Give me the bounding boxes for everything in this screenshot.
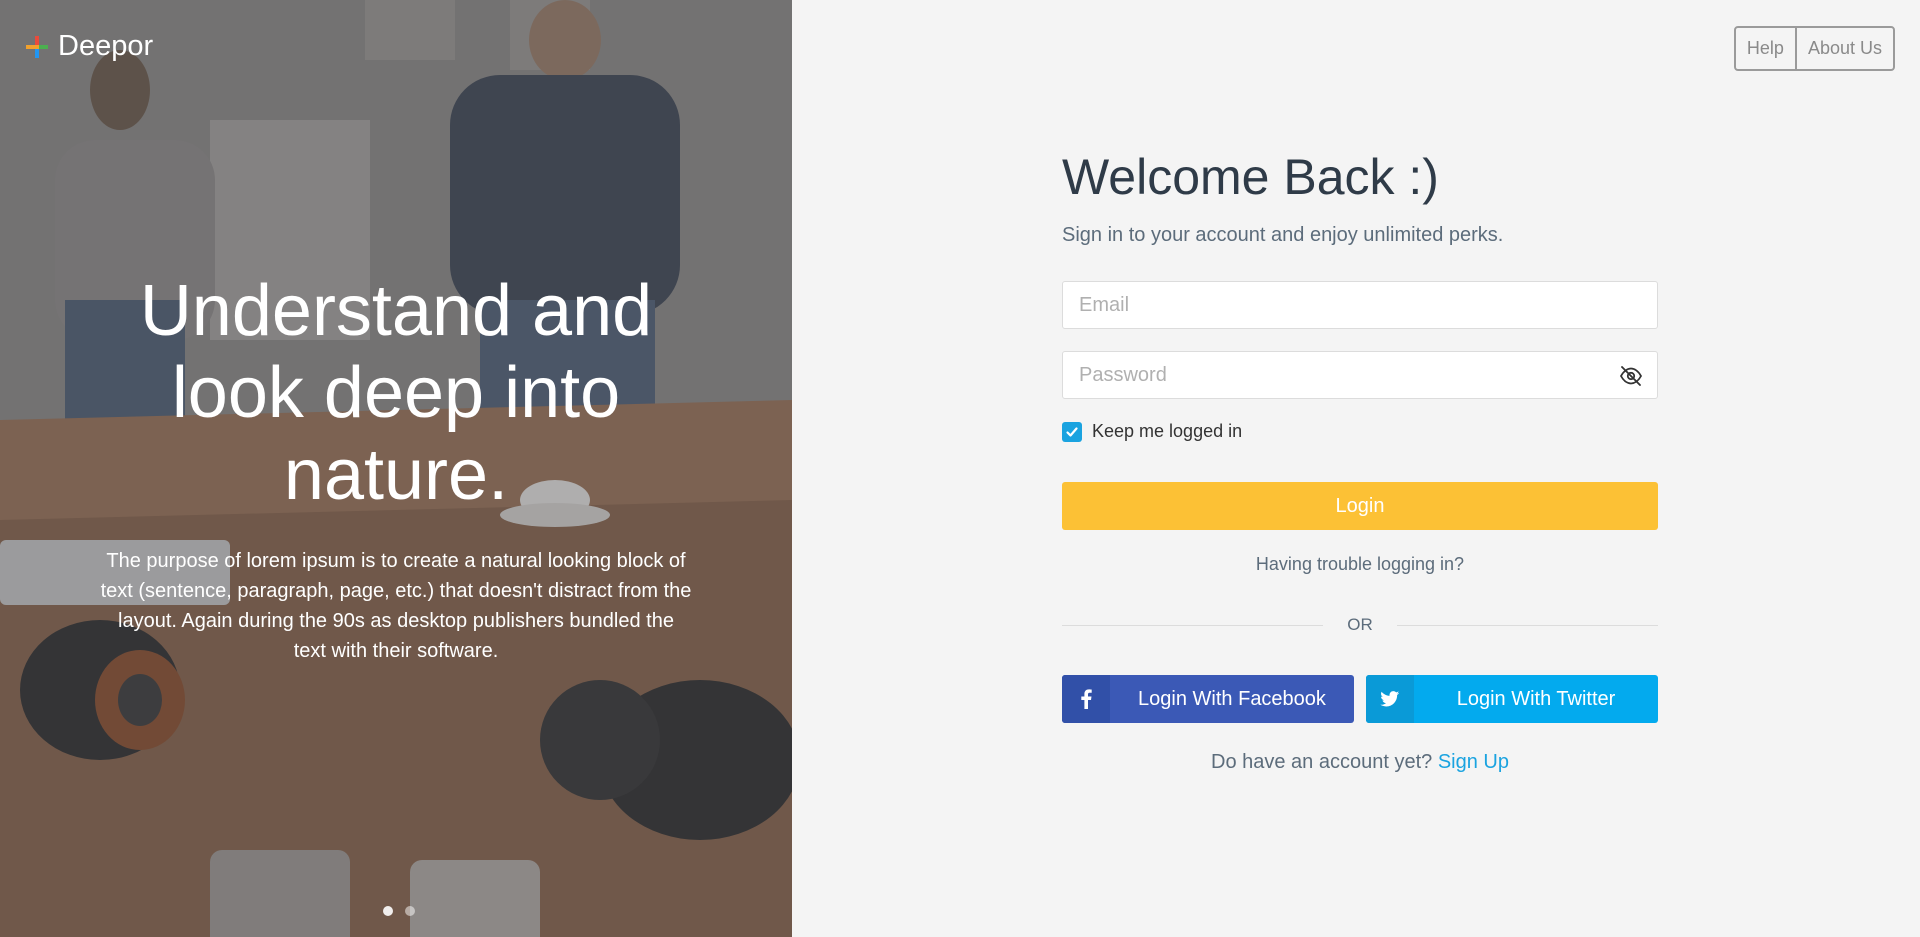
social-login: Login With Facebook Login With Twitter <box>1062 675 1658 723</box>
login-facebook-button[interactable]: Login With Facebook <box>1062 675 1354 723</box>
email-field-wrapper <box>1062 281 1658 329</box>
help-link[interactable]: Help <box>1736 28 1795 69</box>
password-field[interactable] <box>1063 352 1657 398</box>
login-subtitle: Sign in to your account and enjoy unlimi… <box>1062 224 1504 246</box>
remember-me-checkbox[interactable] <box>1062 421 1082 442</box>
carousel-dot-1[interactable] <box>383 906 393 916</box>
signup-prompt-text: Do have an account yet? <box>1211 751 1433 773</box>
brand-name: Deepor <box>58 30 154 62</box>
brand[interactable]: Deepor <box>24 30 153 63</box>
toggle-password-visibility-icon[interactable] <box>1619 364 1643 388</box>
checkmark-icon <box>1066 426 1078 437</box>
signup-prompt: Do have an account yet? Sign Up <box>1062 751 1658 774</box>
remember-me: Keep me logged in <box>1062 421 1658 442</box>
password-field-wrapper <box>1062 351 1658 399</box>
sign-up-link[interactable]: Sign Up <box>1438 751 1509 773</box>
facebook-icon <box>1062 675 1110 723</box>
divider-line-left <box>1062 624 1324 626</box>
or-divider: OR <box>1062 615 1658 635</box>
page-title: Welcome Back :) <box>1062 149 1439 205</box>
hero-title: Understand and look deep into nature. <box>139 271 653 515</box>
login-twitter-button[interactable]: Login With Twitter <box>1366 675 1658 723</box>
twitter-button-label: Login With Twitter <box>1456 687 1616 710</box>
login-panel: Welcome Back :) Sign in to your account … <box>1062 140 1658 774</box>
carousel-dot-2[interactable] <box>405 906 415 916</box>
carousel-indicators <box>383 906 415 916</box>
remember-me-label[interactable]: Keep me logged in <box>1092 421 1242 442</box>
about-us-link[interactable]: About Us <box>1794 28 1893 69</box>
hero-panel: Deepor Understand and look deep into nat… <box>0 0 792 937</box>
facebook-button-label: Login With Facebook <box>1138 687 1326 710</box>
or-text: OR <box>1347 615 1373 634</box>
top-nav: Help About Us <box>1733 26 1895 71</box>
trouble-logging-in-link[interactable]: Having trouble logging in? <box>1062 554 1658 575</box>
hero-text: Understand and look deep into nature. Th… <box>100 270 692 666</box>
login-button[interactable]: Login <box>1062 482 1658 530</box>
twitter-icon <box>1366 675 1414 723</box>
email-field[interactable] <box>1063 282 1657 328</box>
deepor-logo-icon <box>24 34 50 60</box>
hero-description: The purpose of lorem ipsum is to create … <box>100 550 692 662</box>
divider-line-right <box>1396 624 1658 626</box>
